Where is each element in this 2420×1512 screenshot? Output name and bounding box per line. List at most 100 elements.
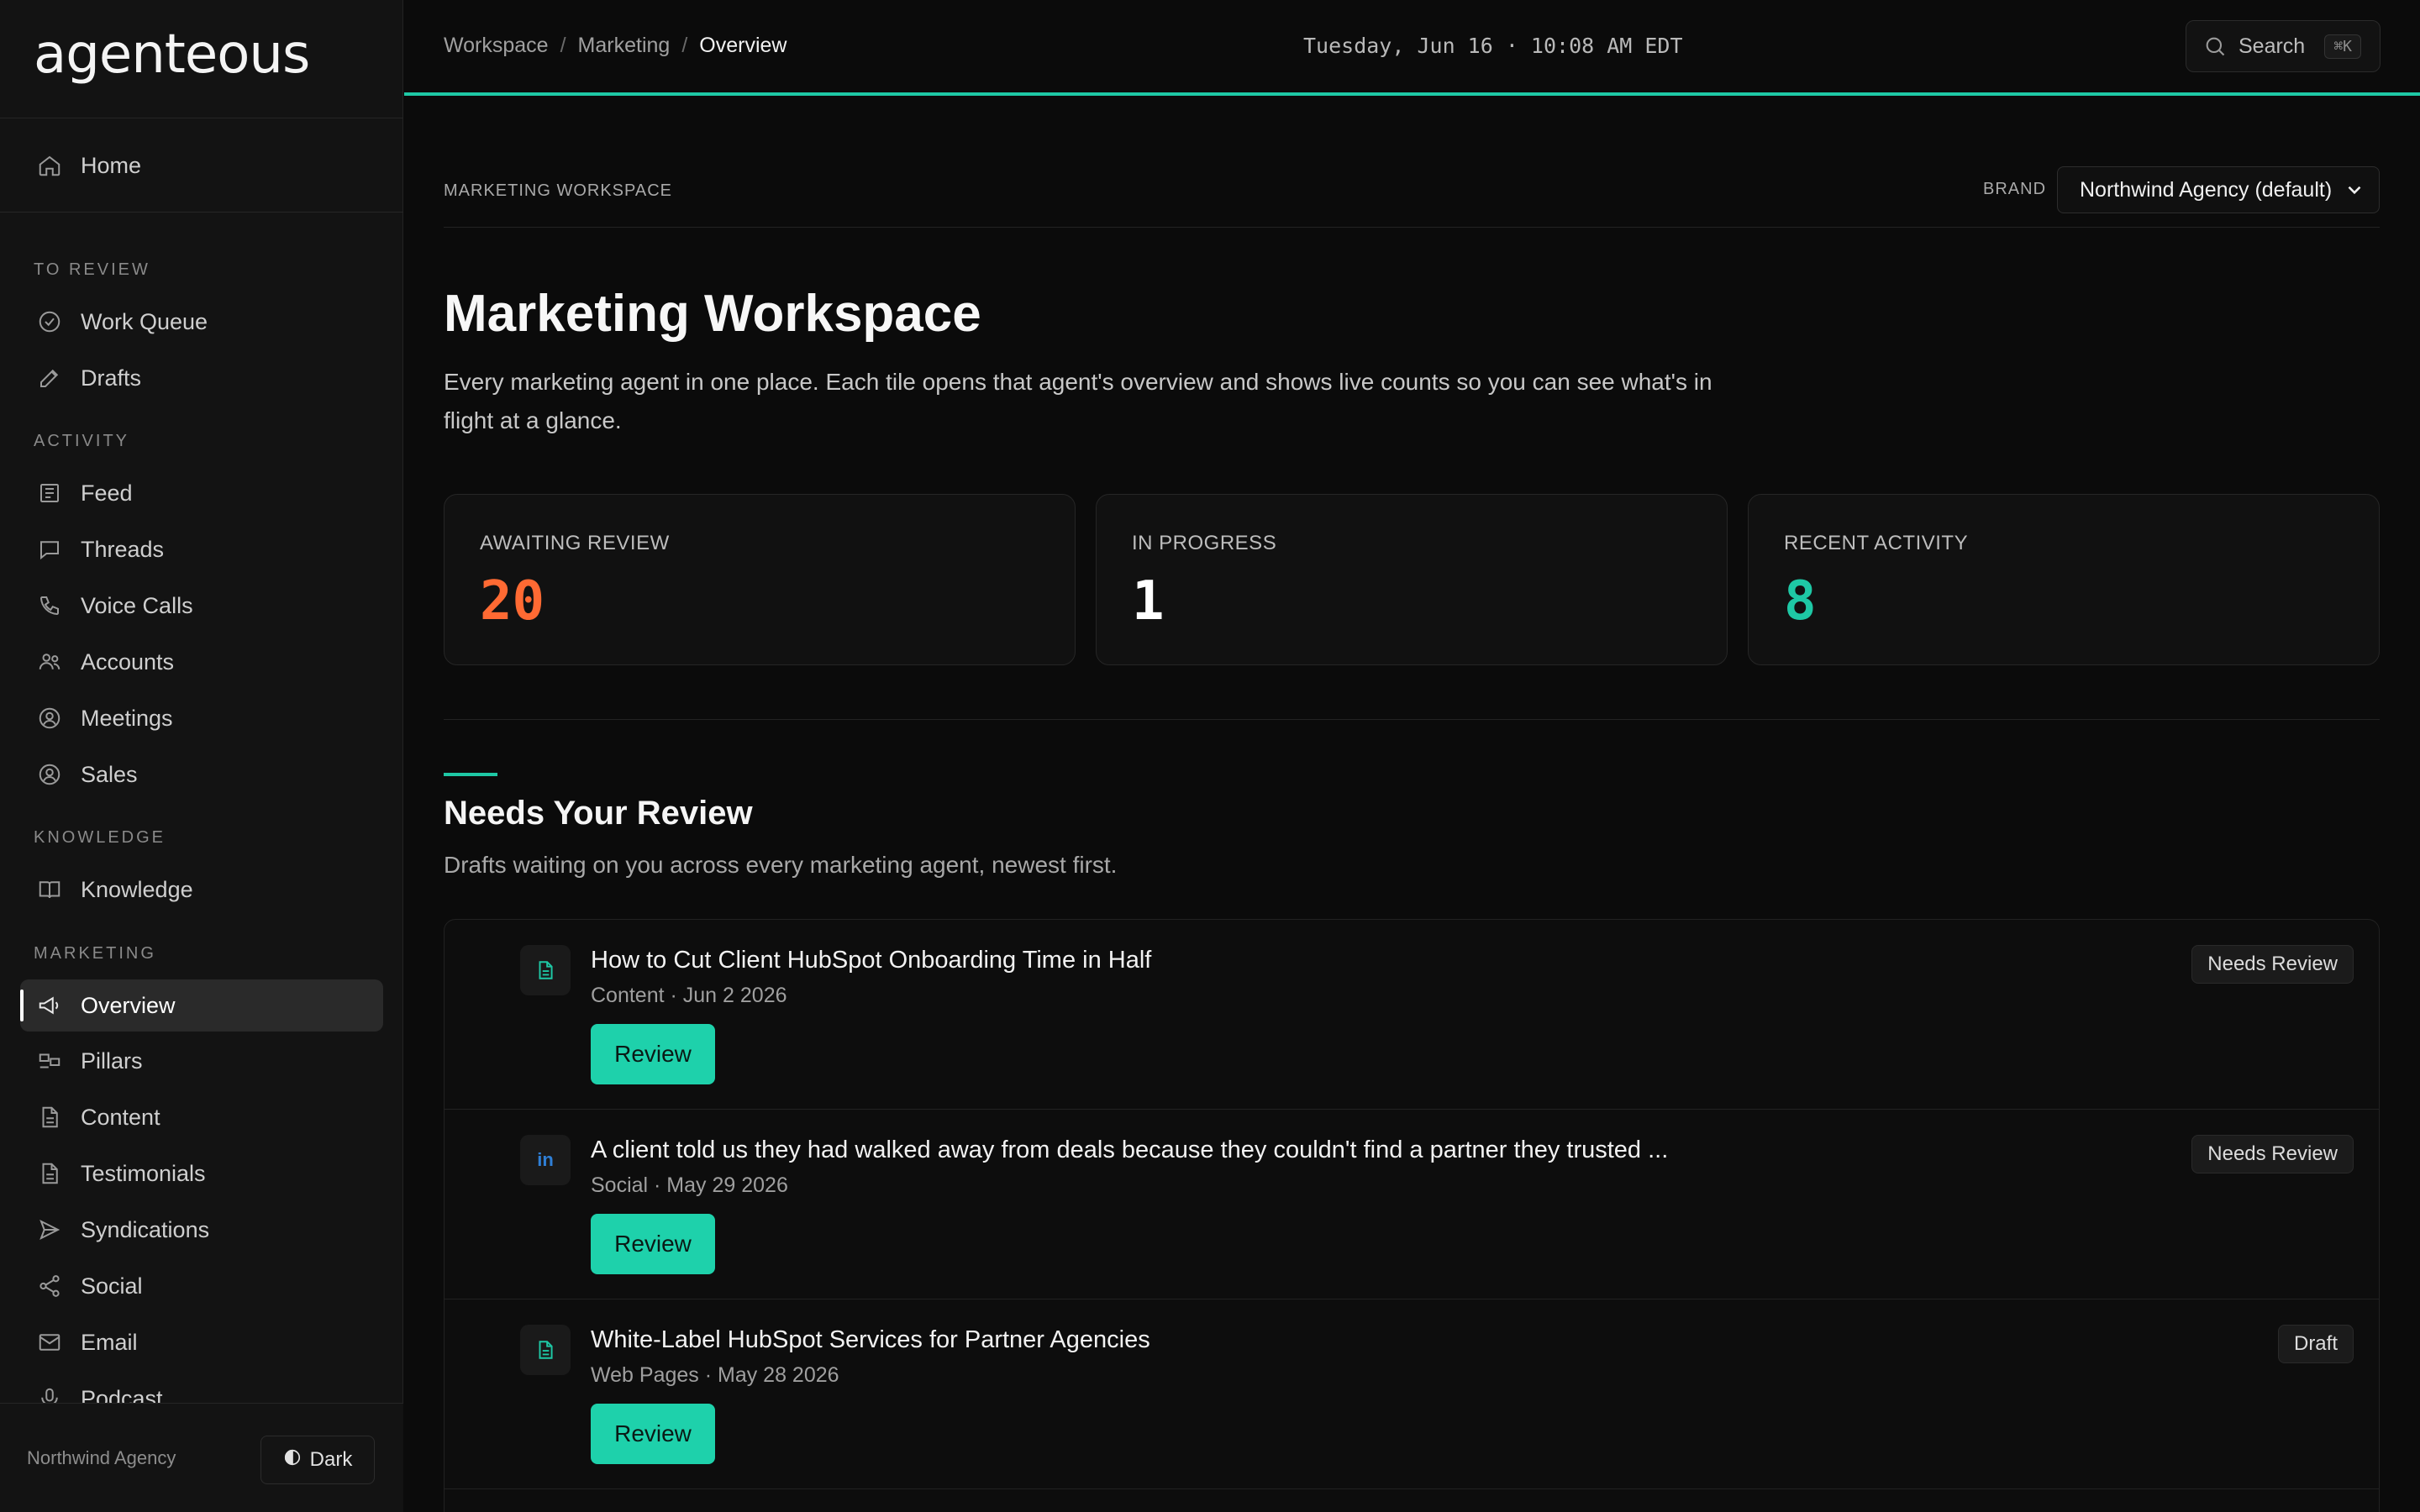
- item-title[interactable]: A client told us they had walked away fr…: [591, 1137, 1668, 1164]
- sidebar: agenteous Home TO REVIEW Work Queue Draf…: [0, 0, 403, 1512]
- stat-card-recent-activity[interactable]: RECENT ACTIVITY 8: [1748, 494, 2380, 665]
- item-title[interactable]: White-Label HubSpot Services for Partner…: [591, 1326, 1150, 1354]
- page-description: Every marketing agent in one place. Each…: [444, 369, 1712, 433]
- review-button[interactable]: Review: [591, 1214, 715, 1274]
- breadcrumb-workspace[interactable]: Workspace: [444, 34, 549, 58]
- sidebar-item-label: Content: [81, 1104, 160, 1130]
- list-item[interactable]: in A client told us they had walked away…: [445, 1110, 2379, 1299]
- list-item[interactable]: How to Cut Client HubSpot Onboarding Tim…: [445, 920, 2379, 1110]
- sidebar-item-sales[interactable]: Sales: [20, 748, 383, 801]
- brand-label: BRAND: [1983, 180, 2047, 198]
- item-title[interactable]: How to Cut Client HubSpot Onboarding Tim…: [591, 947, 1151, 974]
- review-button[interactable]: Review: [591, 1404, 715, 1464]
- users-icon: [37, 649, 62, 675]
- chevron-down-icon: [2344, 179, 2365, 201]
- sidebar-item-social[interactable]: Social: [20, 1260, 383, 1312]
- home-icon: [37, 153, 62, 178]
- review-button[interactable]: Review: [591, 1024, 715, 1084]
- status-badge: Draft: [2277, 1325, 2354, 1363]
- sidebar-item-home[interactable]: Home: [20, 139, 383, 192]
- sidebar-item-accounts[interactable]: Accounts: [20, 636, 383, 688]
- stat-label: RECENT ACTIVITY: [1784, 532, 1969, 554]
- sidebar-item-label: Voice Calls: [81, 592, 193, 618]
- document-icon: [37, 1161, 62, 1186]
- sidebar-item-drafts[interactable]: Drafts: [20, 352, 383, 404]
- sidebar-item-work-queue[interactable]: Work Queue: [20, 296, 383, 348]
- stat-value: 8: [1784, 570, 1817, 633]
- share-icon: [37, 1273, 62, 1299]
- edit-icon: [37, 365, 62, 391]
- search-label: Search: [2238, 34, 2306, 58]
- item-meta: Content · Jun 2 2026: [591, 984, 787, 1007]
- sidebar-footer: Northwind Agency Dark: [0, 1403, 403, 1512]
- mail-icon: [37, 1330, 62, 1355]
- sidebar-item-label: Email: [81, 1329, 138, 1355]
- stat-label: AWAITING REVIEW: [480, 532, 670, 554]
- send-icon: [37, 1217, 62, 1242]
- sidebar-item-label: Sales: [81, 761, 138, 787]
- list-item[interactable]: White-Label HubSpot Services for Partner…: [445, 1299, 2379, 1489]
- theme-toggle-button[interactable]: Dark: [260, 1436, 375, 1484]
- sidebar-item-meetings[interactable]: Meetings: [20, 692, 383, 744]
- contrast-icon: [283, 1448, 302, 1473]
- main-content: MARKETING WORKSPACE BRAND Northwind Agen…: [444, 96, 2380, 1512]
- breadcrumb-marketing[interactable]: Marketing: [578, 34, 671, 58]
- user-circle-icon: [37, 706, 62, 731]
- sidebar-item-knowledge[interactable]: Knowledge: [20, 864, 383, 916]
- newspaper-icon: [37, 480, 62, 506]
- section-description: Drafts waiting on you across every marke…: [444, 852, 1118, 878]
- document-icon: [37, 1105, 62, 1130]
- sidebar-item-label: Work Queue: [81, 308, 208, 334]
- search-button[interactable]: Search ⌘K: [2186, 20, 2381, 72]
- sidebar-item-email[interactable]: Email: [20, 1316, 383, 1368]
- sidebar-item-label: Knowledge: [81, 876, 193, 902]
- sidebar-item-voice-calls[interactable]: Voice Calls: [20, 580, 383, 632]
- section-label-marketing: MARKETING: [34, 944, 156, 963]
- sidebar-item-testimonials[interactable]: Testimonials: [20, 1147, 383, 1200]
- divider: [0, 212, 403, 213]
- item-meta: Social · May 29 2026: [591, 1173, 788, 1197]
- breadcrumb-overview: Overview: [699, 34, 787, 57]
- sidebar-item-label: Overview: [81, 992, 176, 1018]
- sidebar-item-feed[interactable]: Feed: [20, 467, 383, 519]
- top-bar: Workspace / Marketing / Overview Tuesday…: [404, 0, 2420, 96]
- app-logo[interactable]: agenteous: [34, 24, 310, 91]
- sidebar-item-label: Feed: [81, 480, 133, 506]
- page-title: Marketing Workspace: [444, 285, 981, 343]
- book-icon: [37, 877, 62, 902]
- section-title: Needs Your Review: [444, 795, 753, 832]
- workspace-label: MARKETING WORKSPACE: [444, 181, 672, 200]
- theme-label: Dark: [309, 1448, 353, 1471]
- brand-selected-value: Northwind Agency (default): [2080, 177, 2333, 202]
- sidebar-item-threads[interactable]: Threads: [20, 523, 383, 575]
- document-icon: [520, 945, 571, 995]
- search-icon: [2203, 34, 2227, 58]
- section-label-to-review: TO REVIEW: [34, 260, 150, 279]
- stat-card-awaiting-review[interactable]: AWAITING REVIEW 20: [444, 494, 1076, 665]
- sidebar-item-label: Syndications: [81, 1216, 210, 1242]
- sidebar-item-label: Home: [81, 152, 142, 178]
- stat-label: IN PROGRESS: [1132, 532, 1277, 554]
- search-shortcut: ⌘K: [2324, 34, 2361, 59]
- linkedin-icon-text: in: [537, 1149, 554, 1170]
- sidebar-item-label: Drafts: [81, 365, 142, 391]
- linkedin-icon: in: [520, 1135, 571, 1185]
- stat-card-in-progress[interactable]: IN PROGRESS 1: [1096, 494, 1728, 665]
- document-icon: [520, 1325, 571, 1375]
- org-name: Northwind Agency: [27, 1447, 176, 1468]
- brand-select[interactable]: Northwind Agency (default): [2057, 166, 2380, 213]
- sidebar-item-content[interactable]: Content: [20, 1091, 383, 1143]
- stat-value: 20: [480, 570, 545, 633]
- megaphone-icon: [37, 993, 62, 1018]
- pillars-icon: [37, 1048, 62, 1074]
- status-badge: Needs Review: [2191, 945, 2354, 984]
- sidebar-item-overview[interactable]: Overview: [20, 979, 383, 1032]
- breadcrumb: Workspace / Marketing / Overview: [444, 34, 786, 58]
- sidebar-item-label: Social: [81, 1273, 143, 1299]
- status-badge: Needs Review: [2191, 1135, 2354, 1173]
- section-label-knowledge: KNOWLEDGE: [34, 828, 166, 847]
- sidebar-item-syndications[interactable]: Syndications: [20, 1204, 383, 1256]
- divider: [444, 719, 2380, 720]
- app-root: agenteous Home TO REVIEW Work Queue Draf…: [0, 0, 2420, 1512]
- sidebar-item-pillars[interactable]: Pillars: [20, 1035, 383, 1087]
